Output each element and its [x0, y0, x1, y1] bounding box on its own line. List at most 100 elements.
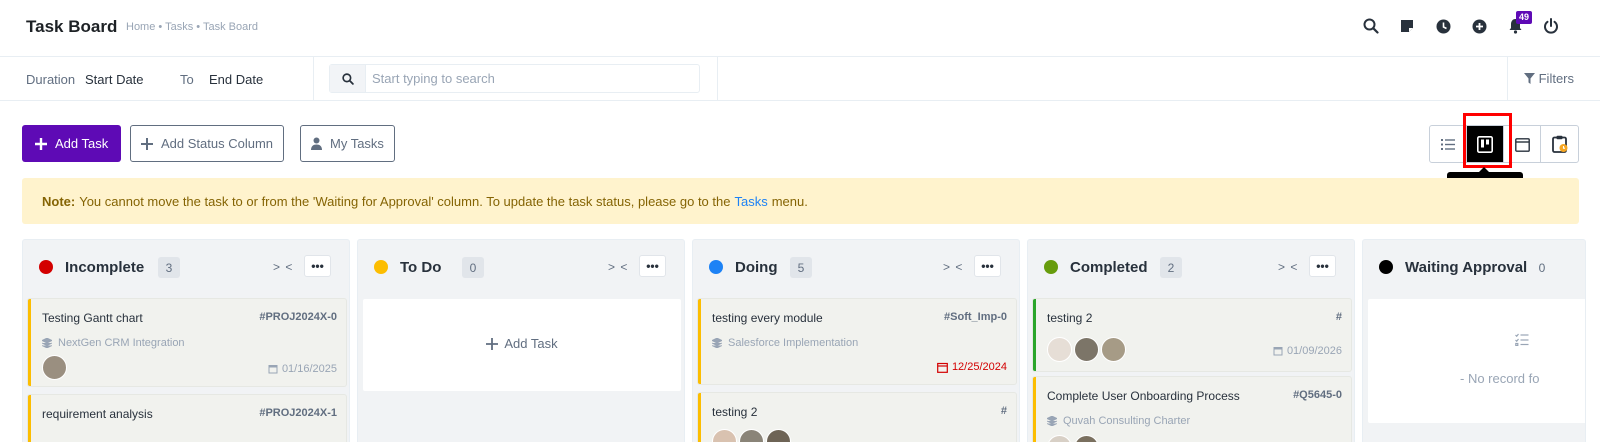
tasks-menu-link[interactable]: Tasks	[734, 194, 767, 209]
column-menu-button[interactable]: •••	[639, 255, 666, 277]
add-status-column-label: Add Status Column	[161, 136, 274, 151]
avatar[interactable]	[1074, 337, 1099, 362]
column-menu-button[interactable]: •••	[974, 255, 1001, 277]
my-tasks-button[interactable]: My Tasks	[300, 125, 395, 162]
plus-icon	[486, 337, 499, 350]
status-dot	[39, 260, 53, 274]
collapse-column-button[interactable]: > <	[273, 260, 293, 274]
avatar[interactable]	[739, 429, 764, 442]
breadcrumb: Home • Tasks • Task Board	[126, 21, 259, 33]
no-record-text: - No record fo	[1460, 371, 1540, 386]
column-header: Incomplete 3 > < •••	[23, 240, 349, 292]
assignees	[712, 429, 793, 442]
task-title: Complete User Onboarding Process	[1047, 389, 1240, 403]
filters-button[interactable]: Filters	[1523, 71, 1574, 86]
board-column-doing: Doing 5 > < ••• testing every module #So…	[692, 239, 1020, 442]
column-header: To Do 0 > < •••	[358, 240, 684, 292]
waiting-approval-view-button[interactable]	[1541, 126, 1578, 162]
to-label: To	[180, 72, 194, 87]
avatar[interactable]	[1101, 337, 1126, 362]
avatar[interactable]	[1047, 337, 1072, 362]
sticky-note-icon[interactable]	[1396, 14, 1418, 38]
add-task-button[interactable]: Add Task	[22, 125, 122, 162]
collapse-column-button[interactable]: > <	[608, 260, 628, 274]
board-column-waiting-approval: Waiting Approval 0 - No record fo	[1362, 239, 1586, 442]
task-card[interactable]: testing 2 # 01/09/2026	[1033, 299, 1351, 371]
assignees	[1047, 337, 1128, 362]
due-date-text: 12/25/2024	[951, 361, 1007, 373]
search-icon[interactable]	[1360, 14, 1382, 38]
task-card[interactable]: requirement analysis #PROJ2024X-1	[28, 395, 346, 442]
task-board-view-button[interactable]	[1467, 126, 1504, 162]
search-icon	[330, 65, 366, 92]
task-card[interactable]: Testing Gantt chart #PROJ2024X-0 NextGen…	[28, 299, 346, 386]
empty-state-card: - No record fo	[1368, 299, 1585, 423]
column-title: Doing	[735, 259, 778, 276]
avatar[interactable]	[712, 429, 737, 442]
power-icon[interactable]	[1540, 14, 1562, 38]
project-name: Salesforce Implementation	[728, 337, 859, 349]
notification-badge: 49	[1516, 11, 1533, 24]
page-title: Task Board	[26, 17, 118, 36]
task-id: #	[1335, 311, 1342, 323]
add-task-link[interactable]: Add Task	[363, 336, 681, 351]
add-task-label: Add Task	[55, 136, 109, 151]
plus-icon	[141, 137, 153, 150]
avatar[interactable]	[1074, 435, 1099, 442]
bell-icon[interactable]: 49	[1504, 11, 1533, 38]
note-text: You cannot move the task to or from the …	[79, 193, 731, 209]
clipboard-clock-icon	[1551, 135, 1567, 153]
plus-circle-icon[interactable]	[1468, 14, 1490, 38]
column-menu-button[interactable]: •••	[1309, 255, 1336, 277]
project-name: Quvah Consulting Charter	[1063, 415, 1191, 427]
add-task-card[interactable]: Add Task	[363, 299, 681, 391]
note-banner: Note: You cannot move the task to or fro…	[22, 178, 1579, 224]
assignees	[1047, 435, 1101, 442]
clock-icon[interactable]	[1432, 14, 1454, 38]
start-date-field[interactable]: Start Date	[85, 72, 144, 87]
page-header: Task Board Home • Tasks • Task Board 49	[0, 0, 1600, 57]
task-card[interactable]: Complete User Onboarding Process #Q5645-…	[1033, 377, 1351, 442]
layers-icon	[712, 338, 722, 348]
task-card[interactable]: testing every module #Soft_Imp-0 Salesfo…	[698, 299, 1016, 384]
calendar-view-button[interactable]	[1504, 126, 1541, 162]
task-project: NextGen CRM Integration	[42, 337, 185, 349]
column-header: Completed 2 > < •••	[1028, 240, 1354, 292]
assignees	[42, 355, 69, 380]
status-dot	[709, 260, 723, 274]
end-date-field[interactable]: End Date	[209, 72, 263, 87]
collapse-column-button[interactable]: > <	[1278, 260, 1298, 274]
plus-icon	[35, 137, 47, 150]
task-card[interactable]: testing 2 #	[698, 393, 1016, 442]
calendar-icon	[268, 365, 278, 374]
task-title: testing 2	[712, 405, 758, 419]
column-title: To Do	[400, 259, 442, 276]
task-due-date: 01/09/2026	[1273, 345, 1342, 357]
avatar[interactable]	[1047, 435, 1072, 442]
task-project: Quvah Consulting Charter	[1047, 415, 1190, 427]
divider	[1507, 57, 1508, 100]
add-status-column-button[interactable]: Add Status Column	[130, 125, 285, 162]
task-due-date: 01/16/2025	[268, 363, 337, 375]
status-dot	[1379, 260, 1393, 274]
search-input[interactable]	[366, 71, 686, 86]
avatar[interactable]	[766, 429, 791, 442]
calendar-icon	[937, 362, 948, 373]
avatar[interactable]	[42, 355, 67, 380]
list-view-button[interactable]	[1430, 126, 1467, 162]
note-suffix: menu.	[771, 193, 808, 209]
task-title: testing 2	[1047, 311, 1093, 325]
layers-icon	[1047, 416, 1057, 426]
add-task-label: Add Task	[504, 336, 558, 351]
task-id: #PROJ2024X-0	[259, 311, 337, 323]
filter-icon	[1523, 73, 1535, 84]
column-count: 2	[1160, 257, 1182, 278]
column-menu-button[interactable]: •••	[304, 255, 331, 277]
calendar-icon	[1273, 347, 1283, 356]
task-project: Salesforce Implementation	[712, 337, 858, 349]
collapse-column-button[interactable]: > <	[943, 260, 963, 274]
project-name: NextGen CRM Integration	[58, 337, 185, 349]
calendar-icon	[1514, 137, 1530, 152]
kanban-icon	[1477, 135, 1493, 153]
search-box	[329, 64, 700, 93]
